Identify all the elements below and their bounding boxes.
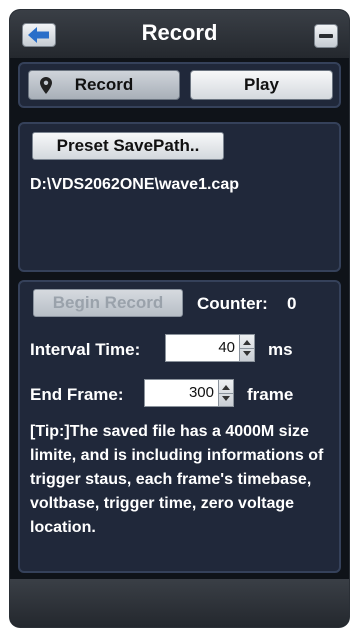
end-frame-unit: frame <box>247 385 294 404</box>
end-frame-stepper[interactable] <box>218 379 234 407</box>
tab-play[interactable]: Play <box>190 70 333 100</box>
spin-down-icon <box>243 351 251 356</box>
interval-time-unit: ms <box>268 340 293 359</box>
record-settings-panel: Begin Record Counter: 0 Interval Time: 4… <box>18 280 341 573</box>
record-window: Record Record Play Preset SavePath.. D:\… <box>10 10 349 627</box>
location-pin-icon <box>40 77 52 94</box>
mode-tabs-panel: Record Play <box>18 62 341 108</box>
counter-label: Counter: <box>197 294 268 313</box>
end-frame-label: End Frame: <box>30 385 124 404</box>
preset-savepath-button[interactable]: Preset SavePath.. <box>32 132 224 160</box>
tab-play-label: Play <box>244 75 279 94</box>
spin-up-icon <box>222 385 230 390</box>
counter-value: 0 <box>287 294 297 313</box>
save-path-panel: Preset SavePath.. D:\VDS2062ONE\wave1.ca… <box>18 122 341 272</box>
interval-time-stepper[interactable] <box>239 334 255 362</box>
begin-record-button[interactable]: Begin Record <box>33 289 183 317</box>
window-title: Record <box>141 20 218 45</box>
spin-down-icon <box>222 396 230 401</box>
minus-icon <box>319 34 333 38</box>
title-bar: Record <box>10 10 349 58</box>
interval-time-input[interactable]: 40 <box>165 334 240 362</box>
tip-text: [Tip:]The saved file has a 4000M size li… <box>30 423 324 536</box>
interval-time-label: Interval Time: <box>30 340 141 359</box>
minimize-button[interactable] <box>314 24 338 48</box>
end-frame-input[interactable]: 300 <box>144 379 219 407</box>
tab-record[interactable]: Record <box>28 70 180 100</box>
tab-record-label: Record <box>74 75 134 94</box>
bottom-bar <box>10 579 349 627</box>
save-path-text: D:\VDS2062ONE\wave1.cap <box>30 176 239 193</box>
spin-up-icon <box>243 340 251 345</box>
